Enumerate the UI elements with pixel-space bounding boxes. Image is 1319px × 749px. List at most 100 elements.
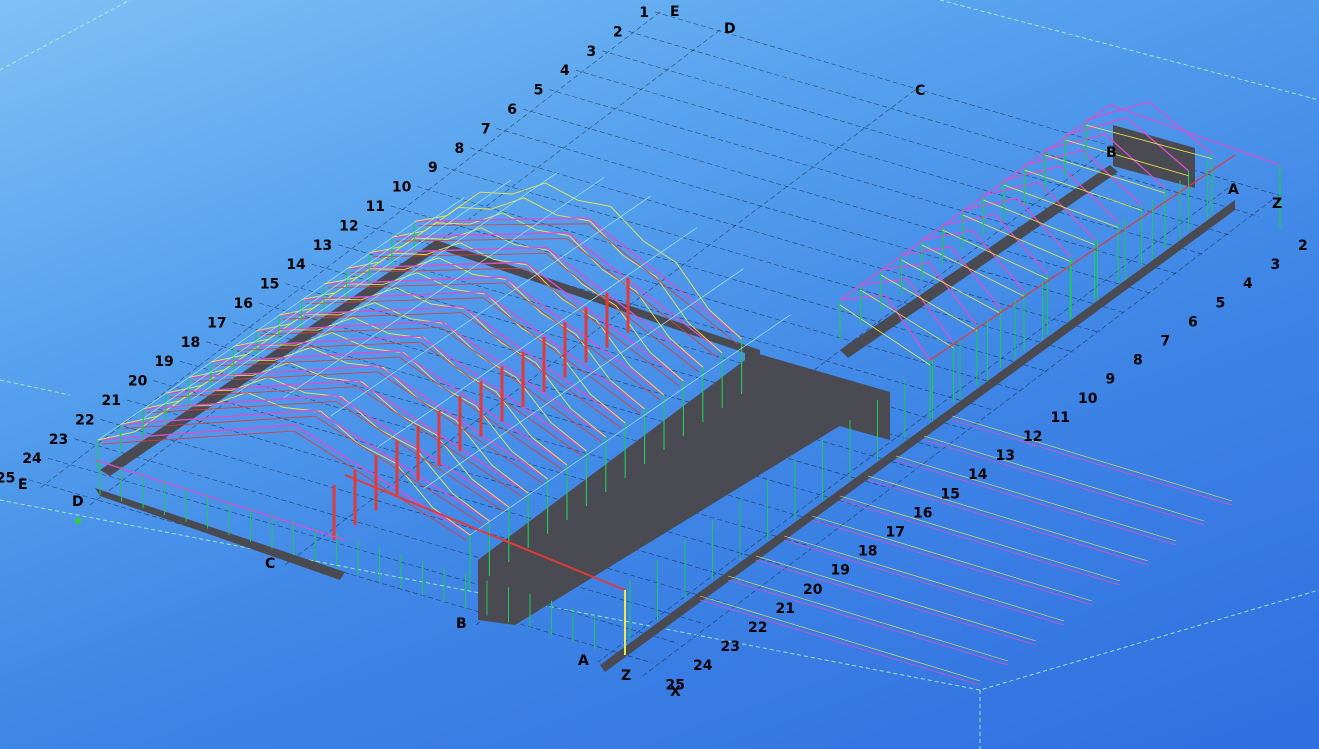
steel-member xyxy=(895,459,1177,546)
steel-member xyxy=(895,455,1177,542)
steel-member xyxy=(951,415,1233,502)
grid-label-top-number: 5 xyxy=(534,83,544,99)
steel-member xyxy=(755,559,1037,646)
grid-label-top-number: 25 xyxy=(0,471,15,487)
grid-label-right-number: 20 xyxy=(803,582,823,598)
grid-label-top-letter: B xyxy=(1106,145,1117,161)
grid-label-top-letter: E xyxy=(670,4,680,20)
roof-bracing xyxy=(346,227,684,382)
grid-line xyxy=(39,11,661,489)
grid-label-bottom-letter: A xyxy=(578,653,589,669)
grid-label-bottom-letter: Z xyxy=(621,668,631,684)
steel-member xyxy=(395,238,568,242)
steel-member xyxy=(923,439,1205,526)
steel-member xyxy=(335,394,510,508)
grid-label-top-number: 11 xyxy=(366,199,385,215)
grid-label-right-number: 14 xyxy=(968,467,988,483)
grid-label-right-number: 22 xyxy=(748,620,767,636)
grid-label-top-number: 21 xyxy=(102,393,121,409)
grid-label-right-number: 9 xyxy=(1106,372,1116,388)
steel-member xyxy=(1044,133,1106,151)
grid-label-top-number: 6 xyxy=(507,102,517,118)
grid-label-top-number: 15 xyxy=(260,277,279,293)
grid-label-right-number: 21 xyxy=(776,601,795,617)
grid-label-right-number: 8 xyxy=(1133,353,1143,369)
grid-lines xyxy=(21,11,1286,679)
grid-label-top-number: 13 xyxy=(313,238,332,254)
grid-label-right-number: 7 xyxy=(1161,334,1171,350)
grid-label-right-number: 3 xyxy=(1271,257,1281,273)
grid-label-top-number: 18 xyxy=(181,335,200,351)
grid-label-right-number: 6 xyxy=(1188,314,1198,330)
steel-member xyxy=(867,479,1149,566)
grid-label-top-number: 1 xyxy=(639,5,649,21)
grid-label-right-number: 4 xyxy=(1243,276,1253,292)
steel-member xyxy=(811,519,1093,606)
grid-label-right-number: 10 xyxy=(1078,391,1098,407)
grid-label-top-number: 16 xyxy=(234,296,253,312)
roof-bracing xyxy=(165,347,529,494)
grid-line xyxy=(549,89,1180,275)
steel-member xyxy=(545,246,704,368)
steel-member xyxy=(811,515,1093,602)
steel-member xyxy=(94,459,346,541)
steel-member xyxy=(256,320,442,332)
grid-line xyxy=(575,69,1206,256)
steel-member xyxy=(839,495,1121,582)
grid-label-top-letter: A xyxy=(1228,182,1239,198)
grid-label-top-number: 10 xyxy=(392,180,412,196)
grid-label-right-number: 23 xyxy=(721,639,740,655)
grid-label-right-number: 16 xyxy=(913,505,932,521)
steel-member xyxy=(1085,101,1150,121)
grid-label-top-number: 12 xyxy=(339,218,358,234)
grid-label-top-number: 22 xyxy=(75,412,94,428)
grid-label-right-number: 19 xyxy=(831,563,850,579)
grid-label-top-letter: Z xyxy=(1272,196,1282,212)
grid-label-right-number: 13 xyxy=(996,448,1015,464)
grid-label-right-number: 5 xyxy=(1216,295,1226,311)
grid-label-top-number: 23 xyxy=(49,432,68,448)
slab-left-edge xyxy=(95,488,345,580)
steel-member xyxy=(699,599,981,686)
grid-label-bottom-letter: B xyxy=(456,616,467,632)
grid-label-top-number: 7 xyxy=(481,121,491,137)
steel-frames xyxy=(94,101,1281,686)
grid-label-right-number: 24 xyxy=(693,658,713,674)
steel-member xyxy=(923,435,1205,522)
grid-axis-labels: E D C B A Z E D C B A Z X 12345678910111… xyxy=(0,4,1308,700)
grid-label-top-letter: C xyxy=(915,83,925,99)
steel-member xyxy=(727,579,1009,666)
steel-member xyxy=(314,409,490,522)
steel-member xyxy=(783,539,1065,626)
grid-label-top-letter: D xyxy=(724,21,736,37)
steel-member xyxy=(293,424,471,536)
grid-label-bottom-letter: D xyxy=(72,494,84,510)
grid-label-right-number: 11 xyxy=(1051,410,1070,426)
roof-bracing xyxy=(120,376,490,522)
grid-label-right-number: 25 xyxy=(666,677,685,693)
grid-label-bottom-letter: C xyxy=(265,556,275,572)
steel-member xyxy=(867,475,1149,562)
steel-member xyxy=(962,197,1018,211)
origin-point-icon xyxy=(75,518,81,524)
steel-structure-model[interactable]: E D C B A Z E D C B A Z X 12345678910111… xyxy=(0,0,1319,749)
grid-label-right-number: 2 xyxy=(1298,238,1308,254)
steel-member xyxy=(330,195,651,417)
grid-label-top-number: 9 xyxy=(428,160,438,176)
grid-label-top-number: 14 xyxy=(286,257,306,273)
grid-label-top-number: 19 xyxy=(154,354,173,370)
steel-member xyxy=(839,304,931,366)
steel-member xyxy=(1024,169,1142,211)
grid-label-top-number: 17 xyxy=(207,315,226,331)
steel-member xyxy=(323,276,505,285)
steel-member xyxy=(237,172,558,393)
steel-member xyxy=(951,419,1233,506)
grid-label-top-number: 24 xyxy=(22,451,42,467)
3d-model-viewport[interactable]: E D C B A Z E D C B A Z X 1 2 3 4 5 6 7 8 9 10 11 1… xyxy=(0,0,1319,749)
steel-member xyxy=(755,555,1037,642)
steel-member xyxy=(376,227,698,448)
grid-label-top-number: 20 xyxy=(128,374,148,390)
roof-bracing xyxy=(301,257,645,410)
steel-member xyxy=(839,499,1121,586)
workplane-outline xyxy=(0,0,1319,749)
